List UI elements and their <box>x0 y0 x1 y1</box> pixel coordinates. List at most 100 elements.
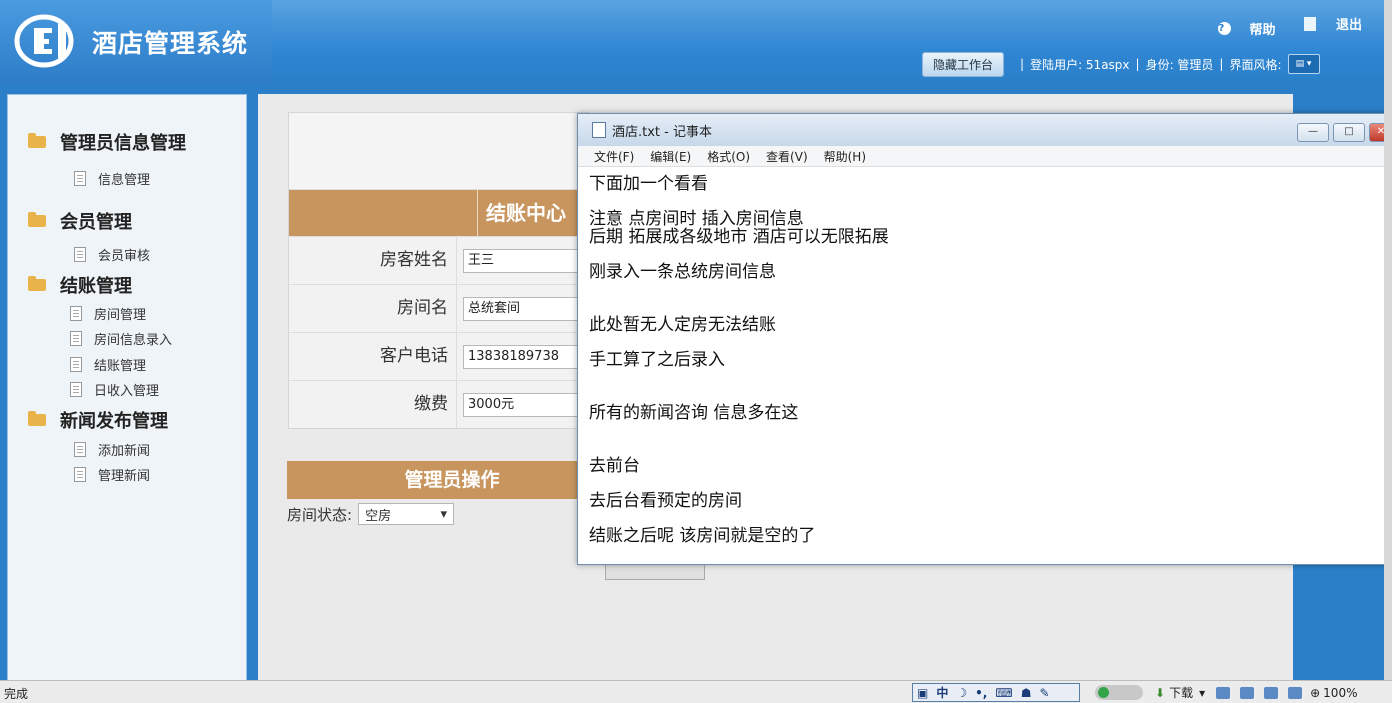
download-icon: ⬇ <box>1155 685 1166 700</box>
guest-name-label: 房客姓名 <box>289 237 457 284</box>
login-user-text: 登陆用户: 51aspx <box>1030 57 1130 72</box>
phone-label: 客户电话 <box>289 333 457 380</box>
maximize-button[interactable]: □ <box>1333 123 1365 142</box>
sidebar-item-manage-news[interactable]: 管理新闻 <box>74 465 150 484</box>
help-link[interactable]: ? 帮助 <box>1206 19 1275 38</box>
text-line: 后期 拓展成各级地市 酒店可以无限拓展 <box>589 227 889 247</box>
phone-icon[interactable] <box>1240 686 1255 699</box>
folder-icon <box>28 411 46 426</box>
zoom-level[interactable]: 100% <box>1323 686 1357 700</box>
folder-icon <box>28 276 46 291</box>
toggle-switch[interactable] <box>1095 685 1143 700</box>
notepad-title: 酒店.txt - 记事本 <box>612 124 712 140</box>
logout-icon <box>1303 16 1316 31</box>
sidebar-item-room-manage[interactable]: 房间管理 <box>70 304 146 323</box>
room-status-select[interactable]: 空房 ▾ <box>358 503 455 525</box>
folder-icon <box>28 212 46 227</box>
logo-icon <box>14 14 74 68</box>
text-line: 结账之后呢 该房间就是空的了 <box>589 526 816 546</box>
ime-toolbar[interactable]: ▣ 中 ☽ •, ⌨ ☗ ✎ <box>912 683 1080 702</box>
text-line: 去前台 <box>589 456 640 476</box>
zoom-icon: ⊕ <box>1310 685 1321 700</box>
menu-edit[interactable]: 编辑(E) <box>650 148 691 165</box>
punctuation-icon: •, <box>975 685 988 700</box>
sidebar-group-admin-info[interactable]: 管理员信息管理 <box>28 129 186 155</box>
screen-icon[interactable] <box>1264 686 1279 699</box>
browser-statusbar: 完成 ▣ 中 ☽ •, ⌨ ☗ ✎ ⬇ 下载 ▾ ⊕ 100% <box>0 680 1392 703</box>
download-button[interactable]: 下载 <box>1169 684 1193 701</box>
sidebar-item-daily-income[interactable]: 日收入管理 <box>70 380 159 399</box>
notepad-menubar: 文件(F) 编辑(E) 格式(O) 查看(V) 帮助(H) <box>578 146 1392 167</box>
document-icon <box>74 467 86 482</box>
header-toolbar: 隐藏工作台 | 登陆用户: 51aspx | 身份: 管理员 | 界面风格: ▤… <box>922 51 1320 77</box>
sidebar-item-info-manage[interactable]: 信息管理 <box>74 169 150 188</box>
hide-workbench-button[interactable]: 隐藏工作台 <box>922 51 1005 77</box>
form-row-room-name: 房间名 总统套间 <box>289 284 589 332</box>
menu-file[interactable]: 文件(F) <box>594 148 634 165</box>
admin-ops-header: 管理员操作 <box>287 461 617 499</box>
text-line: 此处暂无人定房无法结账 <box>589 315 776 335</box>
document-icon <box>70 331 82 346</box>
sidebar-group-checkout[interactable]: 结账管理 <box>28 272 132 298</box>
window-icon[interactable] <box>1216 686 1231 699</box>
app-title: 酒店管理系统 <box>92 29 249 58</box>
document-icon <box>70 357 82 372</box>
menu-help[interactable]: 帮助(H) <box>824 148 866 165</box>
menu-format[interactable]: 格式(O) <box>707 148 750 165</box>
wrench-icon: ✎ <box>1039 685 1050 700</box>
text-line: 刚录入一条总统房间信息 <box>589 262 776 282</box>
top-links: ? 帮助 退出 <box>1194 14 1362 38</box>
form-row-fee: 缴费 3000元 <box>289 380 589 428</box>
fee-label: 缴费 <box>289 381 457 428</box>
sidebar-item-checkout-manage[interactable]: 结账管理 <box>70 355 146 374</box>
page-scrollbar[interactable] <box>1384 0 1392 680</box>
skin-dropdown-button[interactable]: ▤ ▾ <box>1287 54 1320 74</box>
app-header: 酒店管理系统 ? 帮助 退出 隐藏工作台 | 登陆用户: 51aspx | 身份:… <box>0 0 1392 84</box>
speaker-icon[interactable] <box>1288 686 1303 699</box>
keyboard-icon: ⌨ <box>995 685 1013 700</box>
sidebar-item-add-news[interactable]: 添加新闻 <box>74 440 150 459</box>
chevron-down-icon: ▾ <box>440 506 448 522</box>
sidebar-item-room-entry[interactable]: 房间信息录入 <box>70 329 172 348</box>
statusbar-right: ⬇ 下载 ▾ ⊕ 100% <box>1095 684 1357 701</box>
menu-view[interactable]: 查看(V) <box>766 148 808 165</box>
document-icon <box>74 171 86 186</box>
text-line: 手工算了之后录入 <box>589 350 725 370</box>
notepad-titlebar[interactable]: 酒店.txt - 记事本 — □ ✕ <box>578 114 1392 146</box>
window-controls: — □ ✕ <box>1293 123 1392 142</box>
text-line: 下面加一个看看 <box>589 174 708 194</box>
role-text: 身份: 管理员 <box>1145 57 1214 72</box>
document-icon <box>70 306 82 321</box>
form-row-guest-name: 房客姓名 王三 <box>289 236 589 284</box>
sidebar-group-news[interactable]: 新闻发布管理 <box>28 407 168 433</box>
status-text: 完成 <box>4 687 29 701</box>
notepad-text-area[interactable]: 下面加一个看看 注意 点房间时 插入房间信息 后期 拓展成各级地市 酒店可以无限… <box>578 167 1392 561</box>
document-icon <box>70 382 82 397</box>
form-row-phone: 客户电话 13838189738 <box>289 332 589 380</box>
header-brand-area: 酒店管理系统 <box>0 0 272 84</box>
skin-label: 界面风格: <box>1229 57 1282 72</box>
minimize-button[interactable]: — <box>1297 123 1329 142</box>
help-icon: ? <box>1218 21 1232 35</box>
phone-input[interactable]: 13838189738 <box>463 344 589 369</box>
logout-link[interactable]: 退出 <box>1292 14 1362 33</box>
checkout-form: 结账中心 房客姓名 王三 房间名 总统套间 客户电话 13838189738 缴… <box>288 112 590 429</box>
notepad-icon <box>592 122 606 138</box>
room-name-input[interactable]: 总统套间 <box>463 296 589 321</box>
fee-input[interactable]: 3000元 <box>463 392 589 417</box>
document-icon <box>74 442 86 457</box>
guest-name-input[interactable]: 王三 <box>463 248 589 273</box>
room-status-label: 房间状态: <box>287 505 353 524</box>
text-line: 所有的新闻咨询 信息多在这 <box>589 403 799 423</box>
moon-icon: ☽ <box>956 685 968 700</box>
document-icon <box>74 247 86 262</box>
folder-icon <box>28 133 46 148</box>
room-status-row: 房间状态: 空房 ▾ <box>287 503 455 525</box>
checkout-header: 结账中心 <box>477 190 589 236</box>
room-name-label: 房间名 <box>289 285 457 332</box>
sidebar-item-member-review[interactable]: 会员审核 <box>74 245 150 264</box>
user-icon: ☗ <box>1020 685 1032 700</box>
notepad-window: 酒店.txt - 记事本 — □ ✕ 文件(F) 编辑(E) 格式(O) 查看(… <box>577 113 1392 565</box>
sidebar-group-member[interactable]: 会员管理 <box>28 208 132 234</box>
sidebar: 管理员信息管理 信息管理 会员管理 会员审核 结账管理 房间管理 房间信息录入 … <box>7 94 247 686</box>
